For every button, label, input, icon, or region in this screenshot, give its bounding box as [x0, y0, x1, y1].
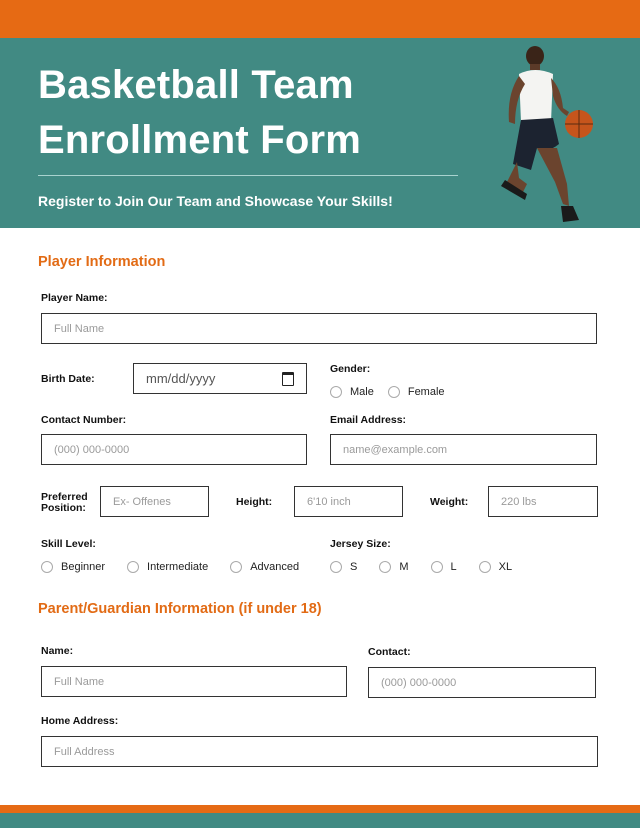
gender-label: Gender:: [330, 363, 371, 375]
skill-option-beginner[interactable]: Beginner: [41, 561, 105, 573]
jersey-option-l[interactable]: L: [430, 561, 457, 573]
radio-icon[interactable]: [478, 561, 491, 573]
position-label: Preferred Position:: [41, 492, 88, 514]
birth-date-label: Birth Date:: [41, 373, 95, 385]
bottom-accent-bar-teal: [0, 813, 640, 828]
height-input[interactable]: [294, 486, 403, 517]
header-divider: [38, 175, 458, 176]
radio-icon[interactable]: [330, 561, 342, 573]
bottom-accent-bar-orange: [0, 805, 640, 813]
radio-icon[interactable]: [127, 561, 140, 573]
calendar-icon[interactable]: [282, 371, 294, 386]
gender-option-male[interactable]: Male: [330, 386, 374, 398]
guardian-name-input[interactable]: [41, 666, 347, 697]
position-input[interactable]: [100, 486, 209, 517]
option-label: M: [399, 561, 409, 573]
option-label: Intermediate: [147, 561, 209, 573]
jersey-option-xl[interactable]: XL: [478, 561, 513, 573]
option-label: Advanced: [250, 561, 300, 573]
section-title-guardian: Parent/Guardian Information (if under 18…: [38, 601, 322, 617]
skill-option-advanced[interactable]: Advanced: [230, 561, 299, 573]
option-label: XL: [498, 561, 513, 573]
radio-icon[interactable]: [330, 386, 342, 398]
gender-option-female[interactable]: Female: [387, 386, 445, 398]
title-line-1: Basketball Team: [38, 63, 354, 107]
contact-number-label: Contact Number:: [41, 414, 127, 426]
top-accent-bar: [0, 0, 640, 38]
height-label: Height:: [236, 496, 273, 508]
jersey-option-s[interactable]: S: [330, 561, 357, 573]
position-label-line-2: Position:: [41, 502, 86, 514]
radio-icon[interactable]: [230, 561, 243, 573]
guardian-contact-label: Contact:: [368, 646, 411, 658]
home-address-input[interactable]: [41, 736, 598, 767]
jersey-option-m[interactable]: M: [379, 561, 409, 573]
option-label: S: [350, 561, 358, 573]
skill-level-label: Skill Level:: [41, 538, 96, 550]
page-subtitle: Register to Join Our Team and Showcase Y…: [38, 193, 393, 209]
player-name-input[interactable]: [41, 313, 597, 344]
option-label: Female: [407, 386, 445, 398]
jersey-size-radio-group: S M L XL: [330, 561, 526, 573]
player-name-label: Player Name:: [41, 292, 108, 304]
skill-level-radio-group: Beginner Intermediate Advanced: [41, 561, 313, 573]
radio-icon[interactable]: [430, 561, 443, 573]
page-title: Basketball Team Enrollment Form: [38, 58, 361, 168]
radio-icon[interactable]: [387, 386, 400, 398]
option-label: L: [450, 561, 457, 573]
option-label: Beginner: [61, 561, 106, 573]
title-line-2: Enrollment Form: [38, 118, 362, 162]
guardian-contact-input[interactable]: [368, 667, 596, 698]
radio-icon[interactable]: [41, 561, 53, 573]
weight-input[interactable]: [488, 486, 598, 517]
birth-date-input[interactable]: mm/dd/yyyy: [133, 363, 307, 394]
section-title-player: Player Information: [38, 254, 166, 270]
guardian-name-label: Name:: [41, 645, 74, 657]
contact-number-input[interactable]: [41, 434, 307, 465]
gender-radio-group: Male Female: [330, 386, 459, 398]
jersey-size-label: Jersey Size:: [330, 538, 391, 550]
weight-label: Weight:: [430, 496, 469, 508]
basketball-player-image: [501, 46, 593, 222]
home-address-label: Home Address:: [41, 715, 119, 727]
skill-option-intermediate[interactable]: Intermediate: [127, 561, 208, 573]
email-label: Email Address:: [330, 414, 407, 426]
email-input[interactable]: [330, 434, 597, 465]
birth-date-placeholder: mm/dd/yyyy: [146, 371, 216, 386]
radio-icon[interactable]: [379, 561, 392, 573]
option-label: Male: [350, 386, 374, 398]
